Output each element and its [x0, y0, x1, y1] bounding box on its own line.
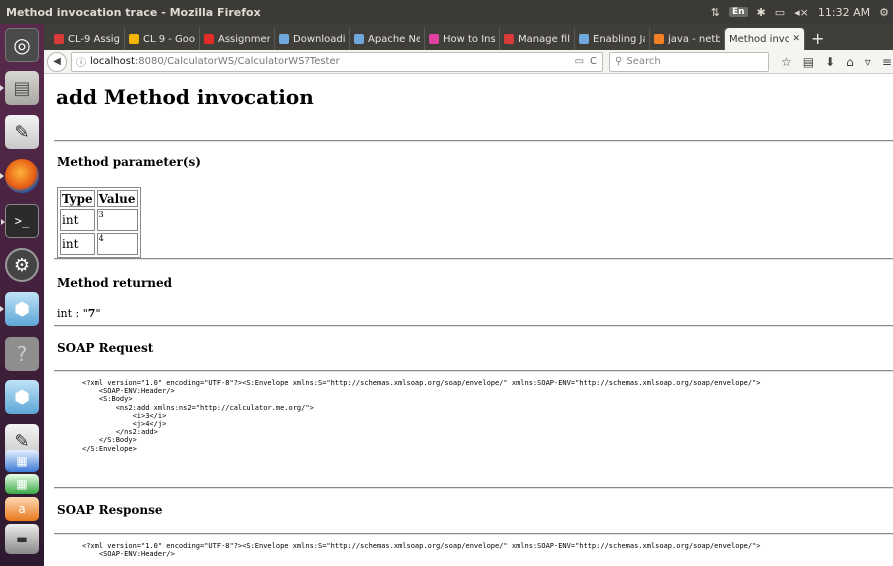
tab-label: CL-9 Assignr	[68, 33, 120, 45]
divider	[54, 370, 893, 372]
favicon-icon	[279, 34, 289, 44]
search-input[interactable]: ⚲ Search	[609, 51, 769, 72]
tab-label: Manage file	[518, 33, 570, 45]
tab[interactable]: java - netbe	[650, 28, 725, 50]
site-info-icon[interactable]: ⓘ	[76, 54, 86, 69]
virtualbox-icon[interactable]: ⬢	[5, 380, 39, 414]
search-placeholder: Search	[626, 56, 661, 67]
tab-label: Assignment	[218, 33, 270, 45]
tab[interactable]: Assignment	[200, 28, 275, 50]
soap-response-xml: <?xml version="1.0" encoding="UTF-8"?><S…	[82, 542, 761, 559]
returned-value: int : "7"	[57, 307, 101, 320]
tab-label: How to Inst	[443, 33, 495, 45]
clock[interactable]: 11:32 AM	[818, 6, 870, 19]
tab[interactable]: Downloadir	[275, 28, 350, 50]
divider	[54, 533, 893, 535]
terminal-icon[interactable]: >_	[1, 204, 39, 238]
bookmark-star-icon[interactable]: ☆	[781, 55, 792, 69]
divider	[54, 487, 893, 489]
tab[interactable]: Apache Net	[350, 28, 425, 50]
dash-home-icon[interactable]: ◎	[5, 28, 39, 62]
soap-response-heading: SOAP Response	[57, 503, 163, 517]
volume-icon[interactable]: ◂×	[794, 6, 809, 19]
netbeans-icon[interactable]: ⬢	[0, 292, 39, 326]
help-icon[interactable]: ?	[5, 337, 39, 371]
soap-request-heading: SOAP Request	[57, 341, 154, 355]
tab-label: Downloadir	[293, 33, 345, 45]
tab-label: Apache Net	[368, 33, 420, 45]
param-type: int	[60, 209, 95, 231]
favicon-icon	[579, 34, 589, 44]
tab[interactable]: Manage file	[500, 28, 575, 50]
returned-heading: Method returned	[57, 276, 173, 290]
tab[interactable]: How to Inst	[425, 28, 500, 50]
table-row: int 3	[60, 209, 138, 231]
pocket-icon[interactable]: ▿	[865, 55, 871, 69]
system-settings-icon[interactable]: ⚙	[5, 248, 39, 282]
favicon-icon	[504, 34, 514, 44]
params-table: Type Value int 3 int 4	[57, 187, 141, 258]
search-icon: ⚲	[615, 56, 623, 67]
tab[interactable]: CL-9 Assignr	[50, 28, 125, 50]
files-icon[interactable]: ▤	[0, 71, 39, 105]
storage-icon[interactable]: ▬	[5, 524, 39, 554]
favicon-icon	[429, 34, 439, 44]
returned-prefix: int : "	[57, 307, 88, 320]
url-path: :8080/CalculatorWS/CalculatorWS?Tester	[134, 56, 340, 67]
reader-view-icon[interactable]: ▭	[575, 56, 584, 67]
home-icon[interactable]: ⌂	[846, 55, 854, 69]
divider	[54, 325, 893, 327]
tab[interactable]: Enabling Ja	[575, 28, 650, 50]
param-value: 3	[96, 209, 138, 231]
param-value: 4	[96, 233, 138, 255]
network-icon[interactable]: ⇅	[711, 6, 720, 19]
system-tray: ⇅ En ✱ ▭ ◂× 11:32 AM ⚙	[711, 6, 893, 19]
new-tab-button[interactable]: +	[805, 28, 830, 50]
tab-label: CL 9 - Googl	[143, 33, 195, 45]
back-button[interactable]: ◀	[47, 51, 67, 72]
bookmarks-menu-icon[interactable]: ▤	[803, 55, 814, 69]
favicon-icon	[204, 34, 214, 44]
favicon-icon	[54, 34, 64, 44]
url-host: localhost	[90, 56, 135, 67]
close-tab-icon[interactable]: ✕	[789, 34, 800, 44]
table-row: int 4	[60, 233, 138, 255]
top-panel: Method invocation trace - Mozilla Firefo…	[0, 0, 893, 24]
settings-gear-icon[interactable]: ⚙	[879, 6, 889, 19]
favicon-icon	[129, 34, 139, 44]
tab-label: Enabling Ja	[593, 33, 645, 45]
text-editor-icon[interactable]: ✎	[5, 115, 39, 149]
keyboard-indicator[interactable]: En	[728, 7, 748, 17]
param-type: int	[60, 233, 95, 255]
tab-strip: CL-9 Assignr CL 9 - Googl Assignment Downlo…	[44, 24, 893, 50]
tab-active[interactable]: Method invo ✕	[725, 28, 805, 50]
libreoffice-impress-icon[interactable]: ▦	[5, 450, 39, 472]
menu-icon[interactable]: ≡	[882, 55, 892, 69]
returned-suffix: "	[95, 307, 101, 320]
navigation-bar: ◀ ⓘ localhost:8080/CalculatorWS/Calculat…	[44, 50, 893, 74]
launcher: ◎ ▤ ✎ >_ ⚙ ⬢ ? ⬢ ✎ ▦ ▦ a ▬	[0, 24, 44, 566]
params-header-type: Type	[60, 190, 95, 207]
window-title: Method invocation trace - Mozilla Firefo…	[6, 5, 261, 19]
page-title: add Method invocation	[56, 85, 314, 109]
reload-icon[interactable]: C	[590, 56, 597, 67]
battery-icon[interactable]: ▭	[775, 6, 785, 19]
page-content: add Method invocation Method parameter(s…	[44, 75, 893, 566]
params-heading: Method parameter(s)	[57, 155, 201, 169]
firefox-icon[interactable]	[0, 159, 39, 193]
favicon-icon	[654, 34, 664, 44]
params-header-value: Value	[96, 190, 138, 207]
tab[interactable]: CL 9 - Googl	[125, 28, 200, 50]
favicon-icon	[354, 34, 364, 44]
libreoffice-calc-icon[interactable]: ▦	[5, 474, 39, 494]
divider	[54, 258, 893, 260]
downloads-icon[interactable]: ⬇	[825, 55, 835, 69]
tab-label: Method invo	[729, 33, 790, 45]
software-center-icon[interactable]: a	[5, 497, 39, 521]
soap-request-xml: <?xml version="1.0" encoding="UTF-8"?><S…	[82, 379, 761, 453]
tab-label: java - netbe	[668, 33, 720, 45]
divider	[54, 140, 893, 142]
url-bar[interactable]: ⓘ localhost:8080/CalculatorWS/Calculator…	[71, 51, 603, 72]
bluetooth-icon[interactable]: ✱	[757, 6, 766, 19]
